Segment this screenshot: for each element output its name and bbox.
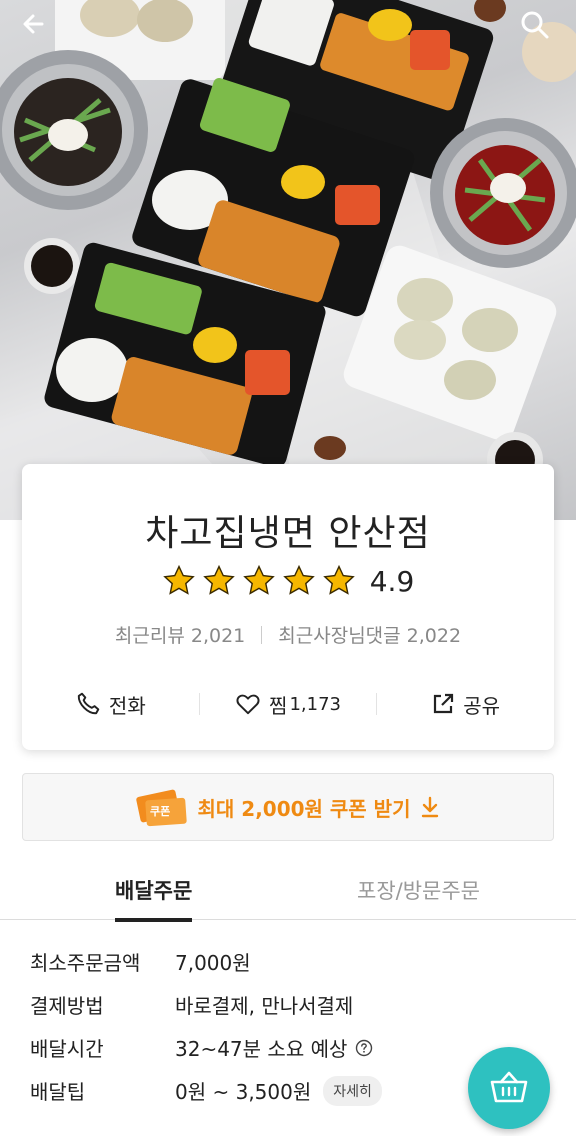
- store-actions: 전화 찜 1,173 공유: [22, 682, 554, 726]
- tab-delivery-label: 배달주문: [115, 879, 193, 903]
- share-icon: [434, 693, 454, 714]
- coupon-icon: 쿠폰: [135, 789, 187, 827]
- min-order-label: 최소주문금액: [30, 951, 141, 975]
- search-icon: [521, 11, 549, 39]
- cart-button[interactable]: [468, 1047, 550, 1129]
- delivery-tip-label: 배달팁: [30, 1080, 86, 1104]
- delivery-time-value: 32~47분 소요 예상: [175, 1037, 348, 1061]
- coupon-icon-text: 쿠폰: [150, 805, 170, 818]
- search-button[interactable]: [520, 10, 556, 46]
- food-photo: [0, 0, 576, 520]
- favorite-count: 1,173: [289, 693, 341, 715]
- order-type-tabs: 배달주문 포장/방문주문: [0, 860, 576, 922]
- delivery-time-value-group: 32~47분 소요 예상: [175, 1033, 373, 1062]
- store-hero-image: [0, 0, 576, 520]
- favorite-button[interactable]: 찜 1,173: [200, 690, 377, 719]
- tab-pickup[interactable]: 포장/방문주문: [357, 860, 480, 920]
- tip-detail-button[interactable]: 자세히: [323, 1075, 382, 1106]
- question-circle-icon[interactable]: [355, 1039, 373, 1057]
- favorite-label: 찜: [269, 693, 288, 718]
- back-button[interactable]: [20, 10, 56, 46]
- rating-row: 4.9: [22, 564, 554, 598]
- rating-value: 4.9: [369, 564, 415, 598]
- coupon-download-button[interactable]: 쿠폰 최대 2,000원 쿠폰 받기: [22, 773, 554, 841]
- basket-icon: [490, 1071, 528, 1103]
- delivery-time-label: 배달시간: [30, 1037, 104, 1061]
- star-icon: [282, 564, 315, 595]
- min-order-row: 최소주문금액 7,000원: [30, 940, 382, 983]
- store-name: 차고집냉면 안산점: [145, 513, 431, 554]
- share-button[interactable]: 공유: [377, 690, 554, 719]
- star-icon: [242, 564, 275, 595]
- delivery-tip-row: 배달팁 0원 ~ 3,500원 자세히: [30, 1069, 382, 1112]
- delivery-info: 최소주문금액 7,000원 결제방법 바로결제, 만나서결제 배달시간 32~4…: [30, 940, 382, 1112]
- heart-icon: [236, 694, 260, 715]
- delivery-tip-value: 0원 ~ 3,500원: [175, 1080, 312, 1104]
- divider: [261, 625, 263, 644]
- coupon-label: 최대 2,000원 쿠폰 받기: [197, 796, 411, 821]
- call-button[interactable]: 전화: [22, 690, 199, 719]
- payment-row: 결제방법 바로결제, 만나서결제: [30, 983, 382, 1026]
- delivery-time-row: 배달시간 32~47분 소요 예상: [30, 1026, 382, 1069]
- call-label: 전화: [108, 693, 146, 718]
- arrow-left-icon: [23, 14, 44, 34]
- star-icon: [162, 564, 195, 595]
- payment-value: 바로결제, 만나서결제: [175, 994, 354, 1018]
- payment-label: 결제방법: [30, 994, 104, 1018]
- download-arrow-icon: [422, 796, 439, 818]
- star-icon: [202, 564, 235, 595]
- recent-reviews-link[interactable]: 최근리뷰 2,021: [115, 621, 245, 648]
- review-stats: 최근리뷰 2,021 최근사장님댓글 2,022: [22, 621, 554, 648]
- tab-delivery[interactable]: 배달주문: [115, 860, 193, 922]
- owner-replies-link[interactable]: 최근사장님댓글 2,022: [278, 621, 461, 648]
- phone-icon: [77, 692, 100, 715]
- star-icon: [322, 564, 355, 595]
- share-label: 공유: [463, 693, 501, 718]
- tab-pickup-label: 포장/방문주문: [357, 879, 480, 903]
- min-order-value: 7,000원: [175, 951, 251, 975]
- store-info-card: 차고집냉면 안산점 4.9 최근리뷰 2,021 최근사장님댓글 2,022 전…: [22, 464, 554, 750]
- delivery-tip-value-group: 0원 ~ 3,500원 자세히: [175, 1075, 382, 1106]
- active-tab-indicator: [115, 918, 193, 922]
